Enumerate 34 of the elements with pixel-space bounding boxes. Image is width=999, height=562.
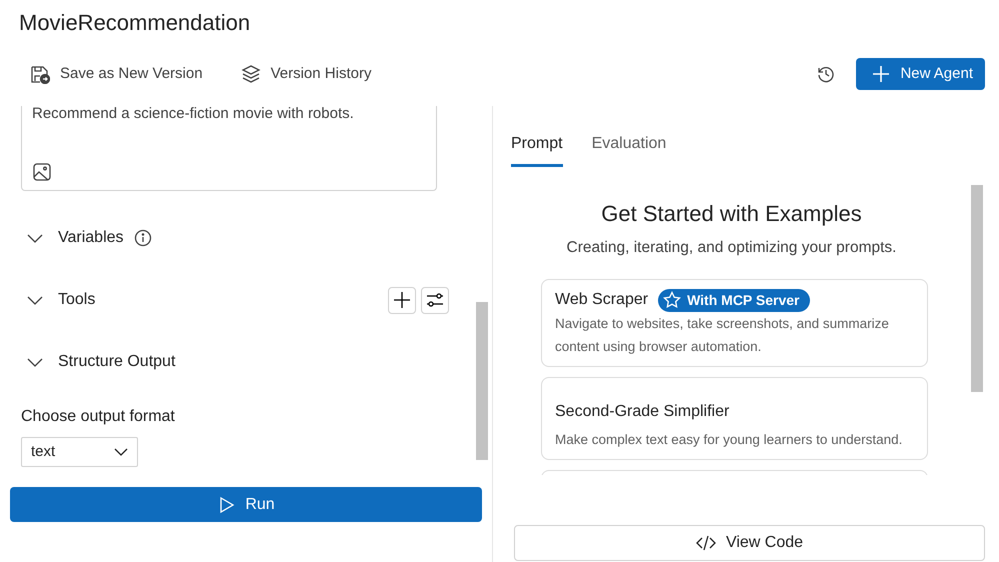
prompt-field[interactable]: Recommend a science-fiction movie with robots.	[21, 106, 437, 191]
add-button[interactable]	[388, 286, 416, 314]
star-icon	[663, 291, 682, 310]
section-heading: Get Started with Examples	[600, 200, 863, 228]
section-title: Structure Output	[58, 352, 176, 372]
example-card[interactable]: Web Scraper With MCP Server Navigate to websites, take screenshots, and summarize content using browser automation.	[541, 279, 928, 368]
new-agent-button[interactable]: New Agent	[856, 58, 985, 90]
example-card[interactable]: Second-Grade Simplifier Make complex text easy for young learners to understand.	[541, 377, 928, 460]
plus-icon	[393, 291, 411, 309]
layers-icon	[240, 64, 261, 84]
sliders-icon	[426, 291, 444, 309]
tab[interactable]: Evaluation	[592, 120, 666, 167]
subtitle: Creating, iterating, and optimizing your prompts.	[566, 238, 898, 258]
tab[interactable]: Prompt	[511, 120, 563, 167]
section-title: Variables	[58, 228, 124, 248]
card-description: Navigate to websites, take screenshots, and summarize content using browser automation.	[555, 315, 890, 356]
code-icon	[696, 534, 716, 552]
settings-button[interactable]	[421, 286, 449, 314]
image-icon[interactable]	[32, 162, 52, 182]
card-title: Web Scraper	[555, 290, 648, 310]
mcp-badge: With MCP Server	[658, 288, 810, 312]
plus-icon	[872, 65, 890, 83]
card-title: Second-Grade Simplifier	[555, 402, 730, 422]
save-icon	[30, 64, 50, 84]
info-icon	[134, 229, 152, 247]
run-button[interactable]: Run	[10, 487, 482, 522]
app-title: MovieRecommendation	[18, 9, 252, 37]
save-version-button[interactable]: Save as New Version	[24, 58, 209, 90]
section-title: Tools	[58, 290, 96, 310]
version-history-button[interactable]: Version History	[234, 58, 378, 90]
card-description: Make complex text easy for young learners to understand.	[555, 431, 904, 450]
format-dropdown[interactable]: text	[21, 437, 138, 467]
view-code-button[interactable]: View Code	[514, 525, 985, 561]
field-label: Choose output format	[20, 407, 176, 427]
